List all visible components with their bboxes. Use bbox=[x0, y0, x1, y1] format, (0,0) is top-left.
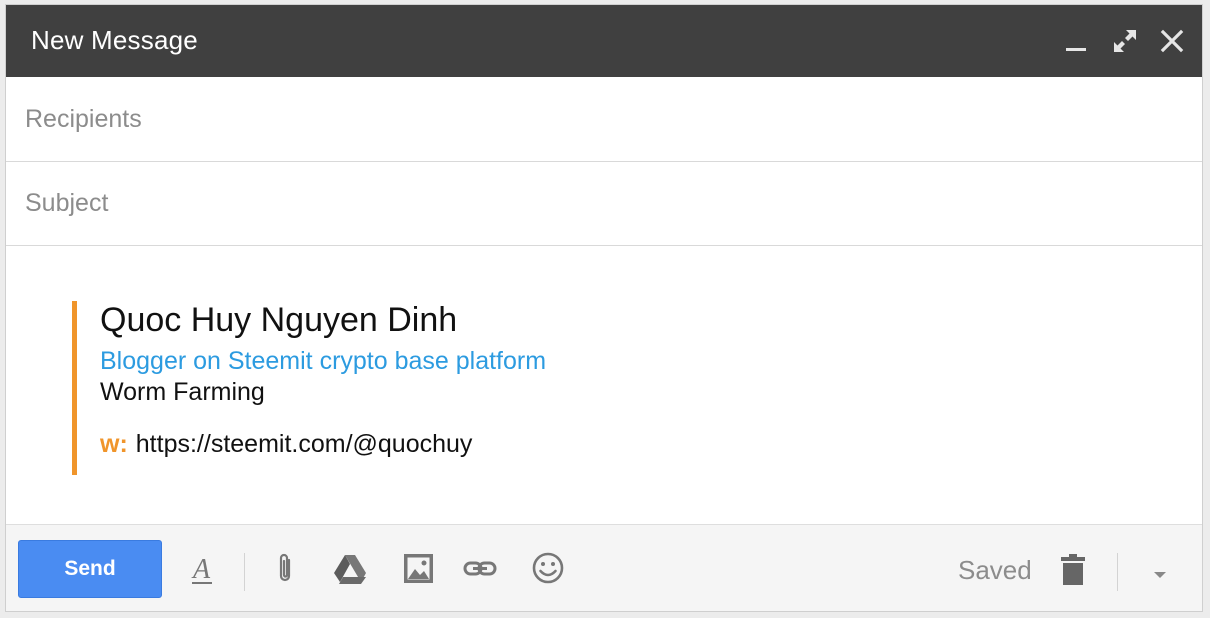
signature-web-label: w: bbox=[100, 430, 128, 458]
close-icon[interactable] bbox=[1158, 27, 1186, 55]
compose-titlebar[interactable]: New Message bbox=[6, 5, 1202, 77]
more-options-icon[interactable] bbox=[1142, 551, 1178, 587]
signature-name: Quoc Huy Nguyen Dinh bbox=[100, 301, 458, 339]
signature-web-url: https://steemit.com/@quochuy bbox=[135, 430, 473, 458]
signature-role: Blogger on Steemit crypto base platform bbox=[100, 347, 547, 375]
recipients-input[interactable] bbox=[25, 77, 1175, 161]
emoji-icon[interactable] bbox=[530, 551, 566, 587]
message-body[interactable]: Quoc Huy Nguyen Dinh Blogger on Steemit … bbox=[6, 246, 1202, 524]
toolbar-separator bbox=[244, 553, 245, 591]
signature-website: w: https://steemit.com/@quochuy bbox=[100, 430, 472, 459]
format-text-icon[interactable]: A bbox=[184, 551, 220, 587]
compose-window: New Message Quoc Huy Nguyen Dinh Blogger… bbox=[5, 4, 1203, 612]
attachment-icon[interactable] bbox=[268, 551, 304, 587]
minimize-icon[interactable] bbox=[1063, 27, 1091, 55]
subject-row bbox=[6, 162, 1202, 246]
compose-toolbar: Send A Saved bbox=[6, 524, 1202, 611]
subject-input[interactable] bbox=[25, 162, 1175, 245]
email-signature: Quoc Huy Nguyen Dinh Blogger on Steemit … bbox=[72, 301, 546, 475]
link-icon[interactable] bbox=[462, 551, 498, 587]
expand-icon[interactable] bbox=[1111, 27, 1139, 55]
toolbar-separator bbox=[1117, 553, 1118, 591]
send-button[interactable]: Send bbox=[18, 540, 162, 598]
svg-text:A: A bbox=[191, 554, 211, 585]
signature-company: Worm Farming bbox=[100, 378, 265, 406]
drive-icon[interactable] bbox=[332, 551, 368, 587]
trash-icon[interactable] bbox=[1055, 551, 1091, 587]
photo-icon[interactable] bbox=[400, 551, 436, 587]
recipients-row bbox=[6, 77, 1202, 162]
saved-status: Saved bbox=[958, 555, 1032, 585]
compose-title: New Message bbox=[31, 25, 198, 55]
